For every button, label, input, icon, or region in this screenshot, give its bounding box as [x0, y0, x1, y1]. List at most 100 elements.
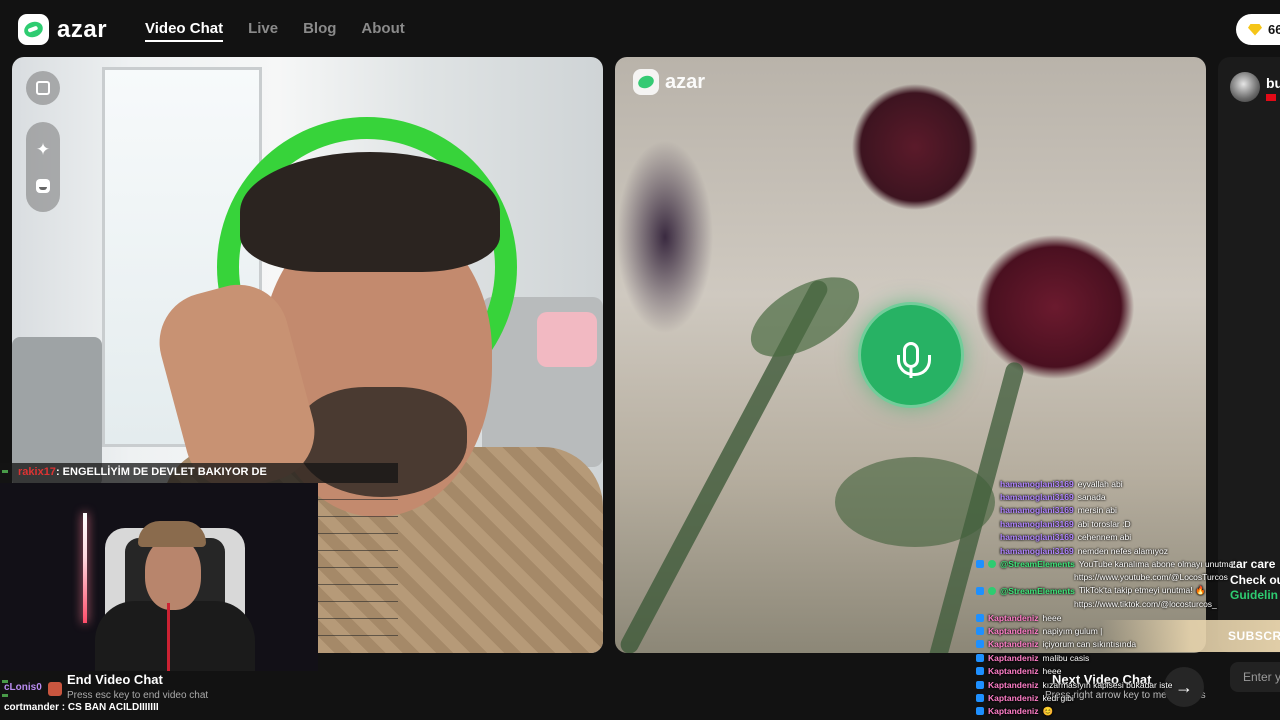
avatar[interactable]: [1230, 72, 1260, 102]
chat-user: cortmander: [4, 702, 60, 713]
streamer-body: [95, 601, 255, 671]
chat-row: Kaptandeniz kedi gibi: [976, 691, 1276, 704]
streamer-cap: [138, 521, 206, 547]
end-chat-icon: [48, 682, 62, 696]
chat-message: kedi gibi: [1042, 692, 1074, 703]
chat-badge-icon: [976, 693, 984, 702]
verified-badge-icon: [988, 560, 996, 569]
stream-chat-line: cLonis0: [4, 682, 42, 693]
logo-text: azar: [57, 15, 108, 43]
gem-icon: [1248, 23, 1262, 36]
main-nav: Video Chat Live Blog About: [145, 20, 405, 42]
chat-row: hamamoglani3169 mersin abi: [976, 504, 1276, 517]
person-hair: [240, 152, 500, 272]
expand-button[interactable]: [26, 71, 60, 105]
chat-row: https://www.youtube.com/@LocosTurcos: [976, 571, 1276, 584]
chat-user: Kaptandeniz: [988, 652, 1039, 663]
chat-message: https://www.youtube.com/@LocosTurcos: [1074, 572, 1228, 583]
chat-row: @StreamElements YouTube kanalıma abone ol…: [976, 557, 1276, 570]
overlay-grid: [318, 483, 398, 648]
chat-message: abi toroslar :D: [1077, 518, 1131, 529]
azar-logo[interactable]: azar: [18, 14, 107, 45]
mic-cable: [167, 603, 170, 671]
chat-user: Kaptandeniz: [988, 706, 1039, 717]
chat-user: hamamoglani3169: [1000, 518, 1074, 529]
chat-badge-icon: [976, 667, 984, 676]
chat-row: Kaptandeniz napiyım gulum |: [976, 624, 1276, 637]
chat-badge-icon: [976, 640, 984, 649]
rose-leaf: [835, 457, 995, 547]
country-flag-icon: [1266, 94, 1276, 101]
emoji-face-icon[interactable]: [36, 179, 50, 194]
led-light: [83, 513, 87, 623]
chat-badge-icon: [976, 680, 984, 689]
chat-row: hamamoglani3169 eyvallah abi: [976, 477, 1276, 490]
chat-badge-icon: [976, 586, 984, 595]
microphone-button[interactable]: [858, 302, 964, 408]
end-video-chat-button[interactable]: End Video Chat: [67, 672, 163, 687]
chat-message: eyvallah abi: [1077, 478, 1123, 489]
gem-count: 66: [1268, 22, 1280, 37]
chat-message: nemden nefes alamıyoz: [1077, 545, 1168, 556]
chat-row: Kaptandeniz içiyorum can sıkıntısında: [976, 638, 1276, 651]
rose-leaf: [738, 261, 872, 373]
verified-badge-icon: [988, 586, 996, 595]
azar-watermark: azar: [633, 69, 705, 95]
gem-balance-button[interactable]: 66: [1236, 14, 1280, 45]
top-header: azar Video Chat Live Blog About 66: [0, 0, 1280, 58]
effects-toolbar: ✦: [26, 122, 60, 212]
chat-user: hamamoglani3169: [1000, 532, 1074, 543]
chat-message: içiyorum can sıkıntısında: [1042, 639, 1137, 650]
stream-chat-line: cortmander : CS BAN ACILDIIIIIII: [4, 702, 159, 713]
chat-row: Kaptandeniz heee: [976, 664, 1276, 677]
chat-user: hamamoglani3169: [1000, 505, 1074, 516]
chat-row: hamamoglani3169 sanada: [976, 490, 1276, 503]
expand-icon: [36, 81, 50, 95]
end-video-chat-hint: Press esc key to end video chat: [67, 690, 209, 701]
chat-message: cehennem abi: [1077, 532, 1132, 543]
chat-row: @StreamElements TikTok'ta takip etmeyi un…: [976, 584, 1276, 597]
chat-user: rakix17: [18, 466, 56, 478]
watermark-text: azar: [665, 70, 706, 93]
nav-live[interactable]: Live: [248, 20, 278, 42]
stream-chat-line: rakix17: ENGELLİYİM DE DEVLET BAKIYOR DE: [18, 466, 267, 478]
chat-message: 😊: [1042, 705, 1054, 716]
chat-user: Kaptandeniz: [988, 612, 1039, 623]
chat-badge-icon: [976, 613, 984, 622]
chat-row: https://www.tiktok.com/@locosturcos_: [976, 598, 1276, 611]
chat-user: Kaptandeniz: [988, 639, 1039, 650]
chat-user: cLonis0: [4, 682, 42, 693]
chat-message: TikTok'ta takip etmeyi unutma! 🔥: [1078, 585, 1206, 596]
chat-user: hamamoglani3169: [1000, 545, 1074, 556]
chat-row: hamamoglani3169 abi toroslar :D: [976, 517, 1276, 530]
nav-video-chat[interactable]: Video Chat: [145, 20, 224, 42]
nav-blog[interactable]: Blog: [303, 20, 336, 42]
chat-badge-icon: [976, 653, 984, 662]
chat-message: : ENGELLİYİM DE DEVLET BAKIYOR DE: [55, 466, 267, 478]
chat-row: Kaptandeniz heee: [976, 611, 1276, 624]
partner-name: bu: [1266, 75, 1280, 91]
azar-logo-icon: [18, 14, 49, 45]
chat-row: Kaptandeniz 😊: [976, 705, 1276, 718]
chat-message: napiyım gulum |: [1042, 625, 1103, 636]
chat-message: https://www.tiktok.com/@locosturcos_: [1074, 599, 1217, 610]
chat-message: : CS BAN ACILDIIIIIII: [59, 702, 159, 713]
chat-message: malibu casis: [1042, 652, 1090, 663]
page: azar Video Chat Live Blog About 66 ✦ aza…: [0, 0, 1280, 720]
chat-row: hamamoglani3169 cehennem abi: [976, 531, 1276, 544]
nav-about[interactable]: About: [361, 20, 404, 42]
stream-chat-list: hamamoglani3169 eyvallah abi hamamoglani31…: [976, 477, 1276, 718]
chat-message: heee: [1042, 666, 1062, 677]
chat-user: hamamoglani3169: [1000, 492, 1074, 503]
chat-message: YouTube kanalıma abone olmayı unutma!: [1078, 559, 1236, 570]
sparkle-effects-icon[interactable]: ✦: [36, 141, 50, 158]
azar-watermark-icon: [633, 69, 659, 95]
microphone-icon: [897, 342, 931, 376]
chat-user: Kaptandeniz: [988, 666, 1039, 677]
chat-user: Kaptandeniz: [988, 692, 1039, 703]
chat-row: hamamoglani3169 nemden nefes alamıyoz: [976, 544, 1276, 557]
chat-user: Kaptandeniz: [988, 679, 1039, 690]
chat-badge-icon: [976, 560, 984, 569]
chat-message: kızarmasıyın kapisesi bukadar iste: [1042, 679, 1173, 690]
chat-message: heee: [1042, 612, 1062, 623]
